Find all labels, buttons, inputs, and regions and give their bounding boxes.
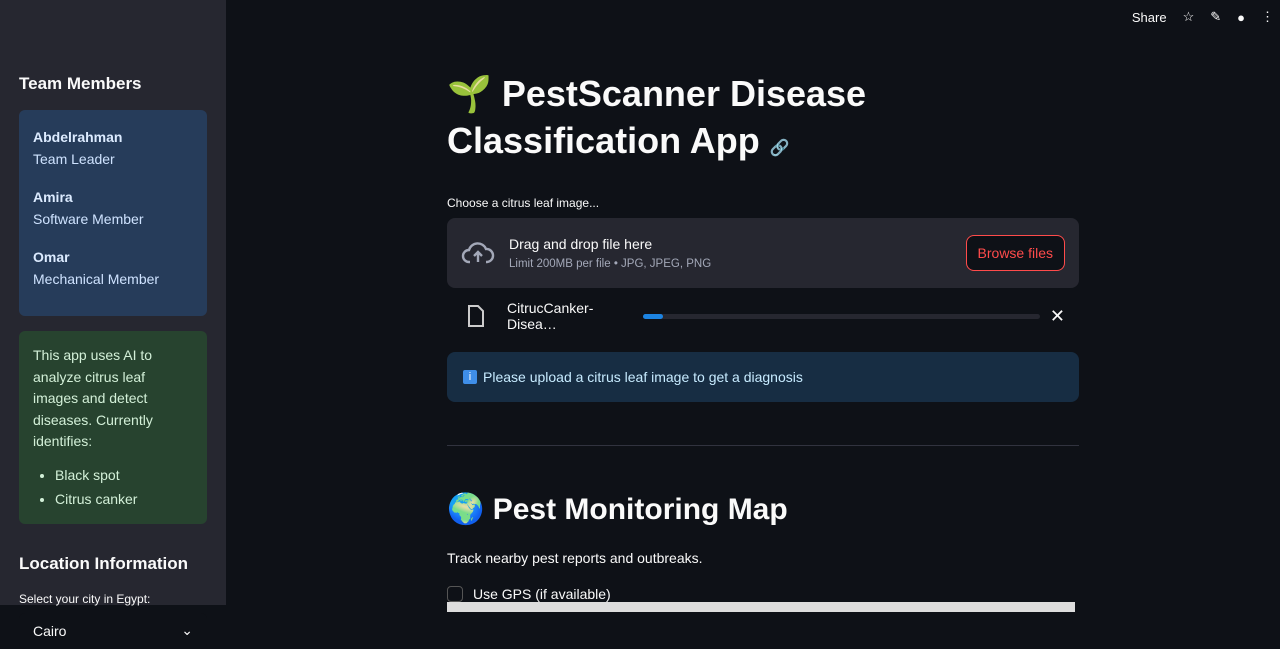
gps-checkbox[interactable]: Use GPS (if available) bbox=[447, 586, 1079, 602]
file-name: CitrucCanker-Disea… bbox=[507, 300, 594, 332]
pencil-icon[interactable]: ✎ bbox=[1210, 9, 1221, 25]
about-box: This app uses AI to analyze citrus leaf … bbox=[19, 331, 207, 524]
close-icon[interactable]: ✕ bbox=[1050, 306, 1065, 327]
star-icon[interactable]: ☆ bbox=[1183, 9, 1195, 25]
city-label: Select your city in Egypt: bbox=[19, 591, 151, 606]
city-select[interactable]: Cairo ⌄ bbox=[19, 612, 207, 649]
map-heading: 🌍 Pest Monitoring Map bbox=[447, 493, 788, 526]
location-heading: Location Information bbox=[19, 553, 189, 573]
cloud-upload-icon bbox=[461, 242, 495, 264]
disease-item: Citrus canker bbox=[55, 489, 193, 511]
github-icon[interactable]: ● bbox=[1237, 10, 1245, 25]
share-button[interactable]: Share bbox=[1132, 10, 1167, 25]
toolbar: Share ☆ ✎ ● ⋮ bbox=[1132, 0, 1280, 34]
file-icon bbox=[468, 305, 484, 327]
upload-progress bbox=[643, 313, 1040, 319]
info-icon: i bbox=[463, 370, 477, 384]
member: Abdelrahman Team Leader bbox=[33, 129, 123, 167]
disease-item: Black spot bbox=[55, 465, 193, 487]
page-title: 🌱 PestScanner Disease Classification App… bbox=[447, 73, 867, 161]
team-box: Abdelrahman Team Leader Amira Software Mem… bbox=[19, 110, 207, 316]
uploaded-file: CitrucCanker-Disea… ✕ bbox=[447, 288, 1079, 344]
divider bbox=[447, 445, 1079, 446]
main-content: 🌱 PestScanner Disease Classification App… bbox=[447, 0, 1079, 602]
checkbox[interactable] bbox=[447, 586, 463, 602]
sidebar: Team Members Abdelrahman Team Leader Amir… bbox=[0, 0, 226, 649]
browse-files-button[interactable]: Browse files bbox=[965, 235, 1065, 271]
member: Omar Mechanical Member bbox=[33, 249, 160, 287]
more-icon[interactable]: ⋮ bbox=[1261, 9, 1274, 25]
link-icon[interactable]: 🔗 bbox=[770, 140, 790, 157]
member: Amira Software Member bbox=[33, 189, 144, 227]
team-heading: Team Members bbox=[19, 74, 142, 93]
chevron-down-icon: ⌄ bbox=[181, 622, 193, 638]
pest-map[interactable] bbox=[447, 602, 1075, 612]
uploader-label: Choose a citrus leaf image... bbox=[447, 196, 600, 210]
info-alert: i Please upload a citrus leaf image to ge… bbox=[447, 352, 1079, 402]
map-description: Track nearby pest reports and outbreaks. bbox=[447, 550, 703, 566]
file-dropzone[interactable]: Drag and drop file here Limit 200MB per f… bbox=[447, 218, 1079, 288]
